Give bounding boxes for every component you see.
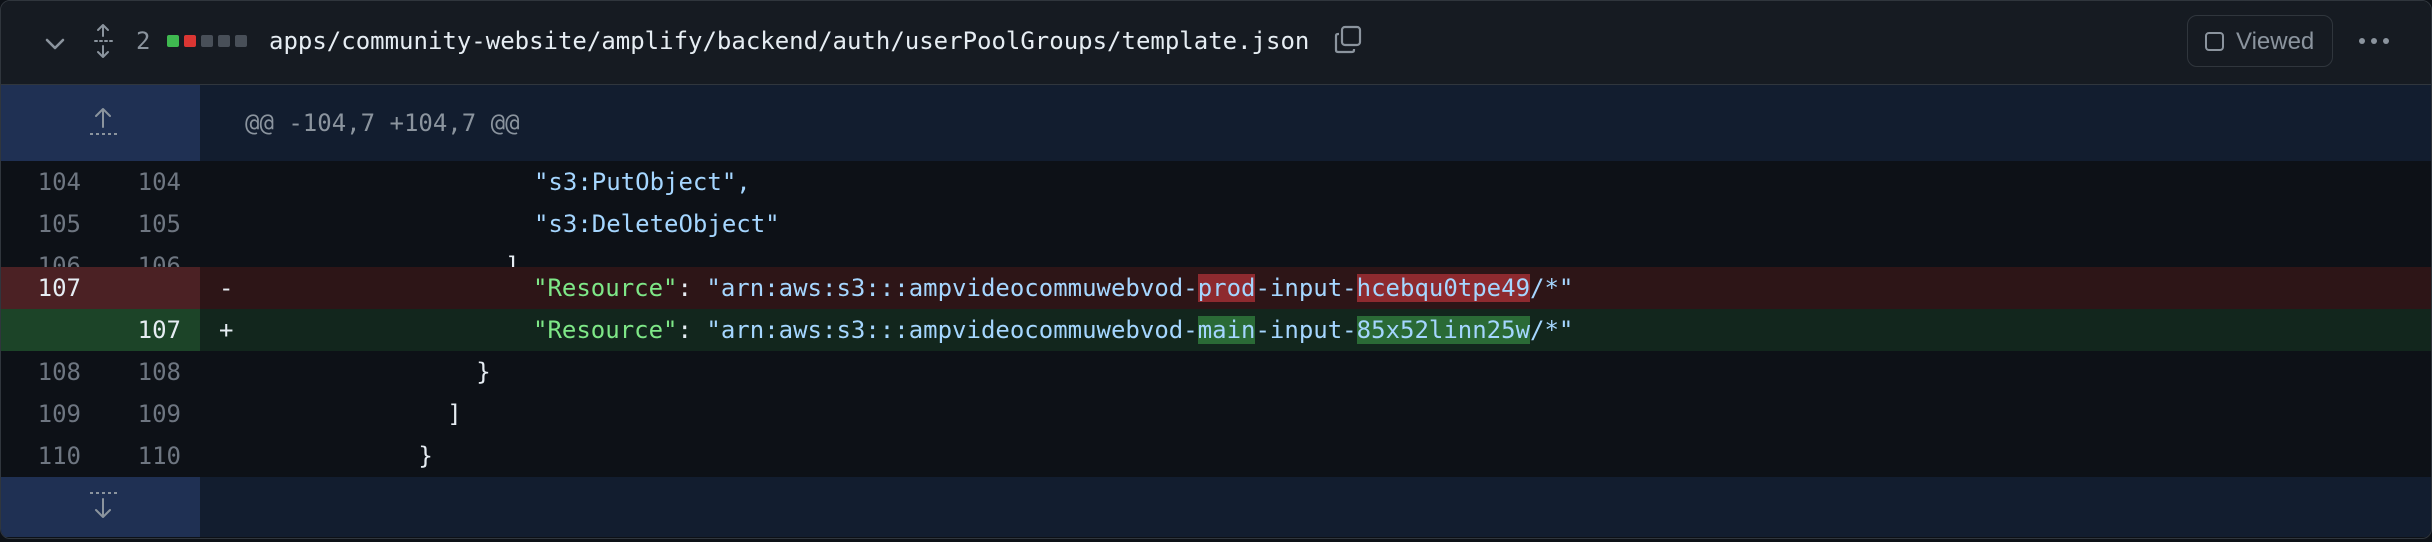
old-line-number[interactable]: 104	[11, 161, 81, 203]
change-count: 2	[136, 27, 151, 55]
diffstat-neutral	[235, 35, 247, 47]
diff-line: 109 109 ]	[1, 393, 2431, 435]
new-line-number[interactable]: 110	[111, 435, 181, 477]
hunk-header-row: @@ -104,7 +104,7 @@	[1, 85, 2431, 161]
hunk-footer-row	[1, 477, 2431, 537]
new-line-number[interactable]: 107	[111, 309, 181, 351]
expand-down-icon[interactable]	[41, 487, 166, 527]
separator: :	[677, 274, 707, 302]
old-line-number[interactable]: 107	[11, 267, 81, 309]
file-path-link[interactable]: apps/community-website/amplify/backend/a…	[269, 23, 1309, 59]
diff-file: 2 apps/community-website/amplify/backend…	[0, 0, 2432, 539]
expand-all-icon[interactable]	[91, 23, 115, 59]
deletion-marker: -	[219, 274, 234, 302]
deleted-line: 107 - "Resource": "arn:aws:s3:::ampvideo…	[1, 267, 2431, 309]
json-key: "Resource"	[533, 316, 678, 344]
code-line: }	[245, 358, 491, 386]
string-prefix: "arn:aws:s3:::ampvideocommuwebvod-	[706, 274, 1198, 302]
viewed-label: Viewed	[2236, 28, 2315, 55]
string-middle: -input-	[1255, 316, 1357, 344]
diffstat-neutral	[201, 35, 213, 47]
viewed-toggle[interactable]: Viewed	[2187, 15, 2333, 67]
json-key: "Resource"	[533, 274, 678, 302]
code-line: "Resource": "arn:aws:s3:::ampvideocommuw…	[533, 309, 1573, 351]
old-line-number[interactable]: 109	[11, 393, 81, 435]
string-suffix: /*"	[1530, 316, 1574, 344]
added-line: 107 + "Resource": "arn:aws:s3:::ampvideo…	[1, 309, 2431, 351]
string-suffix: /*"	[1530, 274, 1574, 302]
old-line-number[interactable]: 105	[11, 203, 81, 245]
string-middle: -input-	[1255, 274, 1357, 302]
diffstat-delete	[184, 35, 196, 47]
expand-up-gutter[interactable]	[1, 85, 200, 161]
added-word: main	[1197, 316, 1256, 344]
copy-icon[interactable]	[1333, 25, 1363, 55]
file-header: 2 apps/community-website/amplify/backend…	[1, 1, 2431, 85]
string-prefix: "arn:aws:s3:::ampvideocommuwebvod-	[706, 316, 1198, 344]
new-line-number[interactable]: 108	[111, 351, 181, 393]
expand-up-icon[interactable]	[41, 103, 166, 143]
chevron-down-icon[interactable]	[41, 30, 69, 58]
diffstat-neutral	[218, 35, 230, 47]
added-word: 85x52linn25w	[1356, 316, 1531, 344]
diff-line: 104 104 "s3:PutObject",	[1, 161, 2431, 203]
diff-line: 110 110 }	[1, 435, 2431, 477]
more-options-icon[interactable]	[2356, 29, 2392, 53]
code-line: "Resource": "arn:aws:s3:::ampvideocommuw…	[533, 267, 1573, 309]
code-line: "s3:PutObject",	[245, 168, 751, 196]
code-line: "s3:DeleteObject"	[245, 210, 780, 238]
diff-line: 105 105 "s3:DeleteObject"	[1, 203, 2431, 245]
separator: :	[677, 316, 707, 344]
old-line-number[interactable]: 110	[11, 435, 81, 477]
diff-line: 108 108 }	[1, 351, 2431, 393]
new-line-number[interactable]: 104	[111, 161, 181, 203]
new-line-number[interactable]: 109	[111, 393, 181, 435]
hunk-header-text: @@ -104,7 +104,7 @@	[245, 109, 520, 137]
removed-word: prod	[1197, 274, 1256, 302]
new-line-number[interactable]: 105	[111, 203, 181, 245]
expand-down-gutter[interactable]	[1, 477, 200, 537]
code-line: ]	[245, 400, 462, 428]
code-line: }	[245, 442, 433, 470]
old-line-number[interactable]: 108	[11, 351, 81, 393]
viewed-checkbox[interactable]	[2205, 32, 2224, 51]
removed-word: hcebqu0tpe49	[1356, 274, 1531, 302]
diffstat-add	[167, 35, 179, 47]
addition-marker: +	[219, 316, 234, 344]
